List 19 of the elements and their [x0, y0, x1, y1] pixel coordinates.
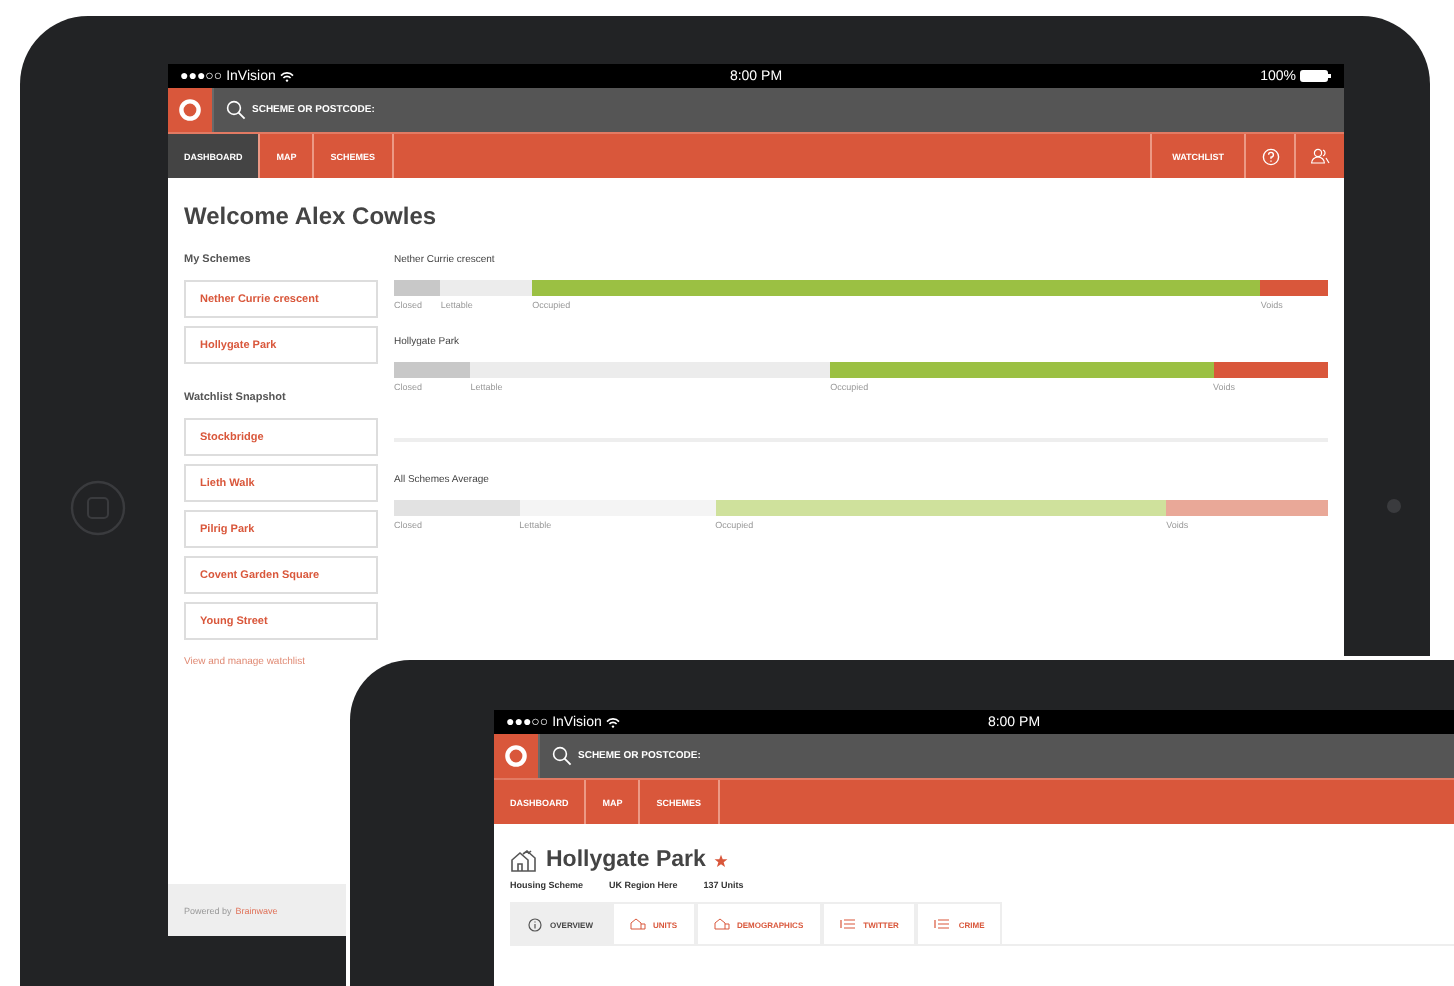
list-icon — [934, 918, 951, 930]
wifi-icon — [605, 717, 620, 727]
wifi-icon — [279, 71, 294, 81]
camera-icon — [1386, 498, 1402, 514]
search-icon — [226, 100, 246, 120]
user-icon[interactable] — [1310, 148, 1330, 164]
list-icon — [839, 918, 856, 930]
info-icon — [528, 917, 542, 931]
welcome-heading: Welcome Alex Cowles — [184, 202, 439, 230]
star-icon[interactable] — [713, 853, 728, 867]
houses-icon — [510, 849, 538, 871]
building-icon — [629, 918, 645, 930]
scheme-title: Hollygate Park — [546, 848, 706, 872]
app-logo[interactable] — [494, 734, 540, 778]
search-icon — [552, 746, 572, 766]
help-icon[interactable] — [1261, 147, 1279, 165]
battery-icon — [1299, 70, 1332, 82]
building-icon — [713, 918, 729, 930]
app-logo[interactable] — [168, 88, 214, 132]
